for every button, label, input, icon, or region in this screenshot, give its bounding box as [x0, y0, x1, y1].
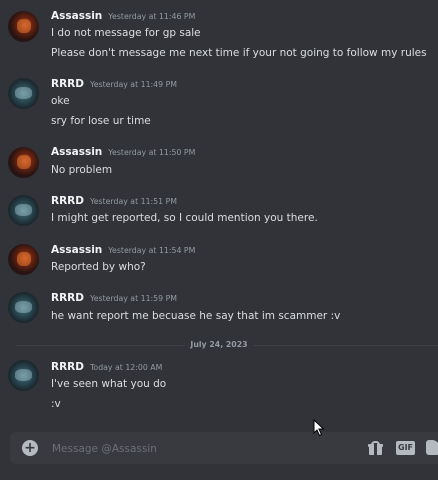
author-name[interactable]: Assassin: [51, 244, 102, 256]
avatar[interactable]: [8, 195, 39, 226]
sticker-icon[interactable]: [426, 440, 438, 455]
timestamp: Yesterday at 11:49 PM: [89, 80, 178, 89]
message-text: I might get reported, so I could mention…: [51, 212, 318, 224]
message-text: Please don't message me next time if you…: [51, 47, 427, 59]
author-name[interactable]: RRRD: [51, 195, 84, 207]
message-input[interactable]: [50, 438, 354, 460]
avatar[interactable]: [8, 292, 39, 323]
author-name[interactable]: Assassin: [51, 146, 102, 158]
message-text: No problem: [51, 164, 113, 176]
timestamp: Yesterday at 11:51 PM: [89, 197, 178, 206]
date-divider: July 24, 2023: [184, 340, 254, 349]
author-name[interactable]: RRRD: [51, 78, 84, 90]
message-text: I've seen what you do: [51, 378, 167, 390]
message-text: he want report me becuase he say that im…: [51, 310, 341, 322]
message-text: Reported by who?: [51, 261, 146, 273]
timestamp: Yesterday at 11:54 PM: [108, 246, 196, 255]
avatar[interactable]: [8, 147, 39, 178]
avatar[interactable]: [8, 244, 39, 275]
message-composer: + GIF: [10, 432, 438, 464]
author-name[interactable]: RRRD: [51, 292, 84, 304]
gift-icon[interactable]: [368, 441, 383, 455]
mouse-cursor-icon: [313, 419, 325, 437]
message-list: Assassin Yesterday at 11:46 PM I do not …: [0, 0, 438, 430]
avatar[interactable]: [8, 11, 39, 42]
avatar[interactable]: [8, 78, 39, 109]
author-name[interactable]: Assassin: [51, 10, 102, 22]
author-name[interactable]: RRRD: [51, 361, 84, 373]
message-text: oke: [51, 95, 70, 107]
message-text: sry for lose ur time: [51, 115, 151, 127]
message-text: :v: [51, 398, 61, 410]
gif-button[interactable]: GIF: [396, 441, 416, 455]
timestamp: Today at 12:00 AM: [89, 363, 163, 372]
timestamp: Yesterday at 11:50 PM: [108, 148, 196, 157]
add-attachment-icon[interactable]: +: [22, 440, 38, 456]
avatar[interactable]: [8, 360, 39, 391]
timestamp: Yesterday at 11:46 PM: [108, 12, 196, 21]
timestamp: Yesterday at 11:59 PM: [89, 294, 178, 303]
message-text: I do not message for gp sale: [51, 27, 201, 39]
